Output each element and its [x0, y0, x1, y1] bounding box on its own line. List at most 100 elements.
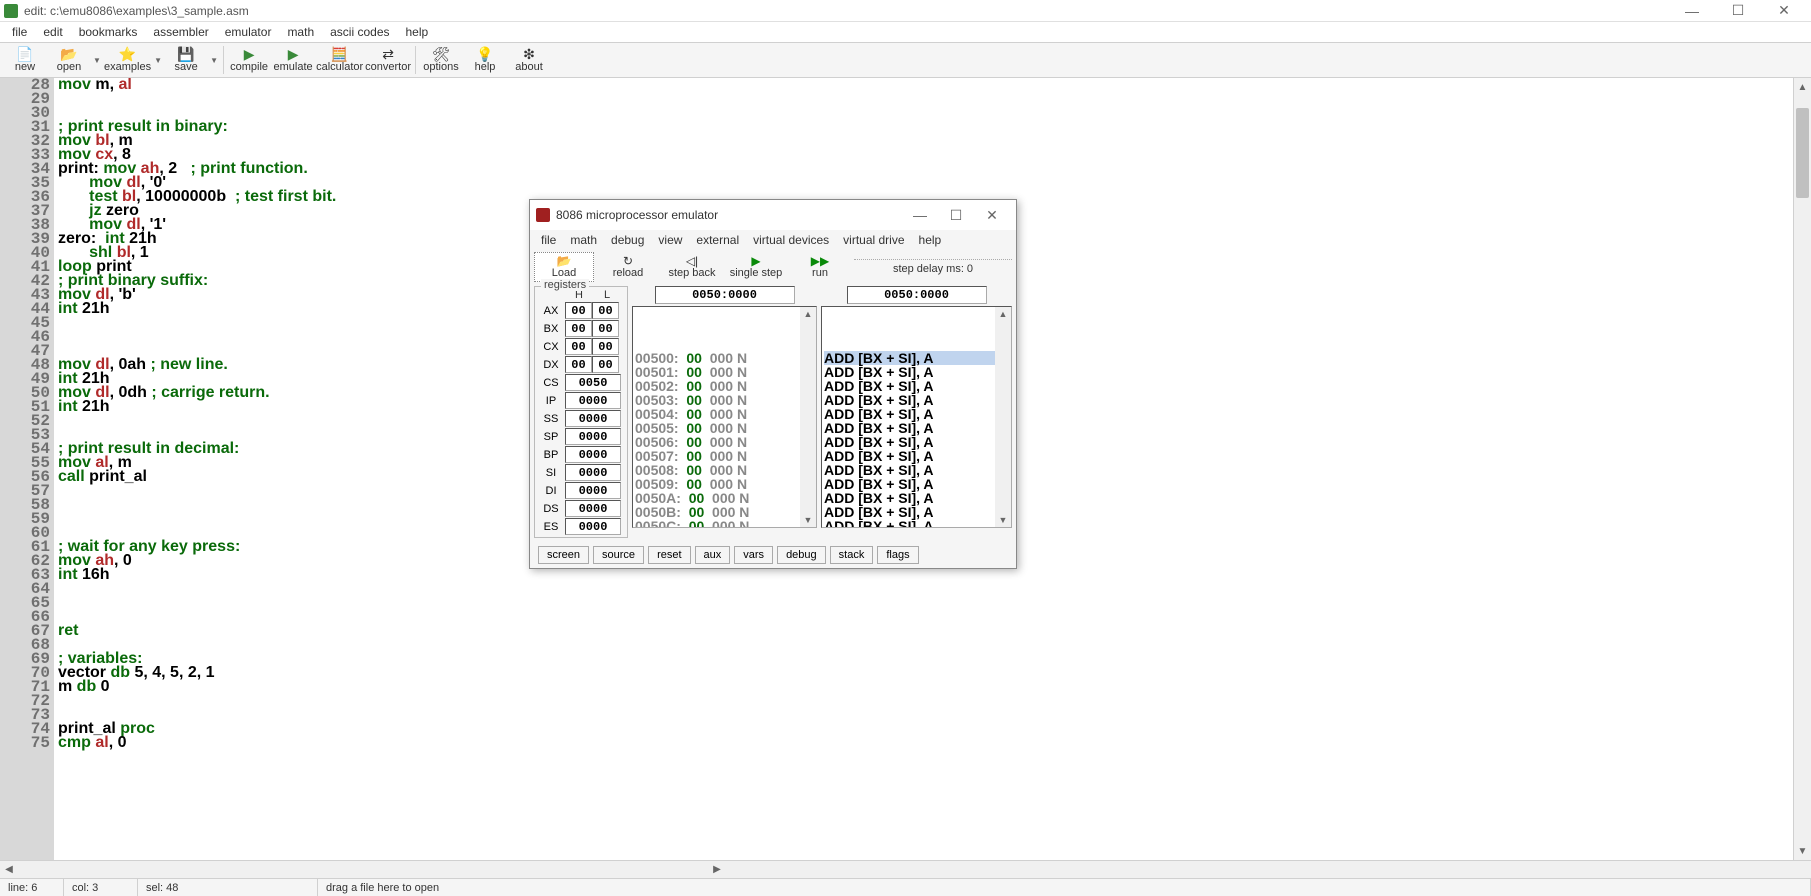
scroll-right-icon[interactable]: ▶	[708, 861, 726, 878]
reg-ES-val[interactable]	[565, 518, 621, 535]
reg-CX-l[interactable]	[592, 338, 619, 355]
mem-scroll-up-icon[interactable]: ▲	[800, 307, 816, 321]
menu-ascii-codes[interactable]: ascii codes	[322, 23, 397, 41]
options-button[interactable]: 🛠options	[420, 43, 462, 77]
memory-row[interactable]: 0050A: 00 000 N	[635, 491, 814, 505]
memory-row[interactable]: 00508: 00 000 N	[635, 463, 814, 477]
emu-menu-math[interactable]: math	[563, 231, 604, 249]
convertor-button[interactable]: ⇄convertor	[365, 43, 411, 77]
reg-CX-h[interactable]	[565, 338, 592, 355]
open-button[interactable]: 📂open	[48, 43, 90, 77]
emu-source-button[interactable]: source	[593, 546, 644, 564]
new-button[interactable]: 📄new	[4, 43, 46, 77]
reg-DS-val[interactable]	[565, 500, 621, 517]
disassembly-row[interactable]: ADD [BX + SI], A	[824, 505, 1009, 519]
memory-row[interactable]: 00507: 00 000 N	[635, 449, 814, 463]
emu-debug-button[interactable]: debug	[777, 546, 826, 564]
save-button[interactable]: 💾save	[165, 43, 207, 77]
reg-DI-val[interactable]	[565, 482, 621, 499]
stepback-button[interactable]: ◁|step back	[662, 252, 722, 282]
step-delay[interactable]: step delay ms: 0	[854, 259, 1012, 275]
emu-flags-button[interactable]: flags	[877, 546, 918, 564]
reg-SI-val[interactable]	[565, 464, 621, 481]
disassembly-row[interactable]: ADD [BX + SI], A	[824, 407, 1009, 421]
memory-row[interactable]: 0050B: 00 000 N	[635, 505, 814, 519]
menu-file[interactable]: file	[4, 23, 35, 41]
scroll-down-icon[interactable]: ▼	[1794, 842, 1811, 860]
calculator-button[interactable]: 🧮calculator	[316, 43, 363, 77]
disassembly-row[interactable]: ADD [BX + SI], A	[824, 365, 1009, 379]
open-button-dropdown[interactable]: ▼	[92, 43, 102, 77]
emu-menu-help[interactable]: help	[912, 231, 949, 249]
emu-menu-virtual-devices[interactable]: virtual devices	[746, 231, 836, 249]
scroll-thumb[interactable]	[1796, 108, 1809, 198]
maximize-button[interactable]: ☐	[1715, 0, 1761, 22]
disassembly-row[interactable]: ADD [BX + SI], A	[824, 435, 1009, 449]
reload-button[interactable]: ↻reload	[598, 252, 658, 282]
emu-screen-button[interactable]: screen	[538, 546, 589, 564]
memory-row[interactable]: 00501: 00 000 N	[635, 365, 814, 379]
memory-row[interactable]: 00504: 00 000 N	[635, 407, 814, 421]
emu-vars-button[interactable]: vars	[734, 546, 773, 564]
memory-row[interactable]: 0050C: 00 000 N	[635, 519, 814, 528]
disassembly-row[interactable]: ADD [BX + SI], A	[824, 379, 1009, 393]
emu-menu-file[interactable]: file	[534, 231, 563, 249]
menu-edit[interactable]: edit	[35, 23, 70, 41]
close-button[interactable]: ✕	[1761, 0, 1807, 22]
disassembly-row[interactable]: ADD [BX + SI], A	[824, 351, 1009, 365]
memory-row[interactable]: 00509: 00 000 N	[635, 477, 814, 491]
emu-reset-button[interactable]: reset	[648, 546, 690, 564]
compile-button[interactable]: ▶compile	[228, 43, 270, 77]
load-button[interactable]: 📂Load	[534, 252, 594, 282]
run-button[interactable]: ▶▶run	[790, 252, 850, 282]
reg-SS-val[interactable]	[565, 410, 621, 427]
emulate-button[interactable]: ▶emulate	[272, 43, 314, 77]
reg-DX-h[interactable]	[565, 356, 592, 373]
save-button-dropdown[interactable]: ▼	[209, 43, 219, 77]
menu-assembler[interactable]: assembler	[145, 23, 216, 41]
help-button[interactable]: 💡help	[464, 43, 506, 77]
reg-DX-l[interactable]	[592, 356, 619, 373]
menu-math[interactable]: math	[279, 23, 322, 41]
vertical-scrollbar[interactable]: ▲ ▼	[1793, 78, 1811, 860]
reg-CS-val[interactable]	[565, 374, 621, 391]
emulator-minimize-button[interactable]: —	[902, 203, 938, 227]
minimize-button[interactable]: —	[1669, 0, 1715, 22]
reg-BX-l[interactable]	[592, 320, 619, 337]
emu-menu-debug[interactable]: debug	[604, 231, 651, 249]
menu-help[interactable]: help	[398, 23, 437, 41]
emulator-maximize-button[interactable]: ☐	[938, 203, 974, 227]
mem-scroll-down-icon[interactable]: ▼	[800, 513, 816, 527]
memory-row[interactable]: 00505: 00 000 N	[635, 421, 814, 435]
dis-scroll-down-icon[interactable]: ▼	[995, 513, 1011, 527]
disassembly-row[interactable]: ADD [BX + SI], A	[824, 491, 1009, 505]
disassembly-row[interactable]: ADD [BX + SI], A	[824, 519, 1009, 528]
singlestep-button[interactable]: ▶single step	[726, 252, 786, 282]
memory-row[interactable]: 00506: 00 000 N	[635, 435, 814, 449]
memory-row[interactable]: 00503: 00 000 N	[635, 393, 814, 407]
disassembly-row[interactable]: ADD [BX + SI], A	[824, 449, 1009, 463]
memory-row[interactable]: 00500: 00 000 N	[635, 351, 814, 365]
disassembly-address-input[interactable]	[847, 286, 987, 304]
disassembly-list[interactable]: ▲▼ ADD [BX + SI], AADD [BX + SI], AADD […	[821, 306, 1012, 528]
emulator-close-button[interactable]: ✕	[974, 203, 1010, 227]
menu-bookmarks[interactable]: bookmarks	[71, 23, 146, 41]
h-track[interactable]	[18, 861, 708, 878]
disassembly-row[interactable]: ADD [BX + SI], A	[824, 421, 1009, 435]
menu-emulator[interactable]: emulator	[217, 23, 280, 41]
emu-aux-button[interactable]: aux	[695, 546, 731, 564]
emulator-titlebar[interactable]: 8086 microprocessor emulator — ☐ ✕	[530, 200, 1016, 230]
examples-button-dropdown[interactable]: ▼	[153, 43, 163, 77]
memory-list[interactable]: ▲▼ 00500: 00 000 N00501: 00 000 N00502: …	[632, 306, 817, 528]
memory-address-input[interactable]	[655, 286, 795, 304]
emu-stack-button[interactable]: stack	[830, 546, 874, 564]
emulator-window[interactable]: 8086 microprocessor emulator — ☐ ✕ filem…	[529, 199, 1017, 569]
emu-menu-virtual-drive[interactable]: virtual drive	[836, 231, 911, 249]
reg-SP-val[interactable]	[565, 428, 621, 445]
emu-menu-external[interactable]: external	[689, 231, 746, 249]
scroll-left-icon[interactable]: ◀	[0, 861, 18, 878]
disassembly-row[interactable]: ADD [BX + SI], A	[824, 393, 1009, 407]
reg-IP-val[interactable]	[565, 392, 621, 409]
scroll-up-icon[interactable]: ▲	[1794, 78, 1811, 96]
reg-BX-h[interactable]	[565, 320, 592, 337]
